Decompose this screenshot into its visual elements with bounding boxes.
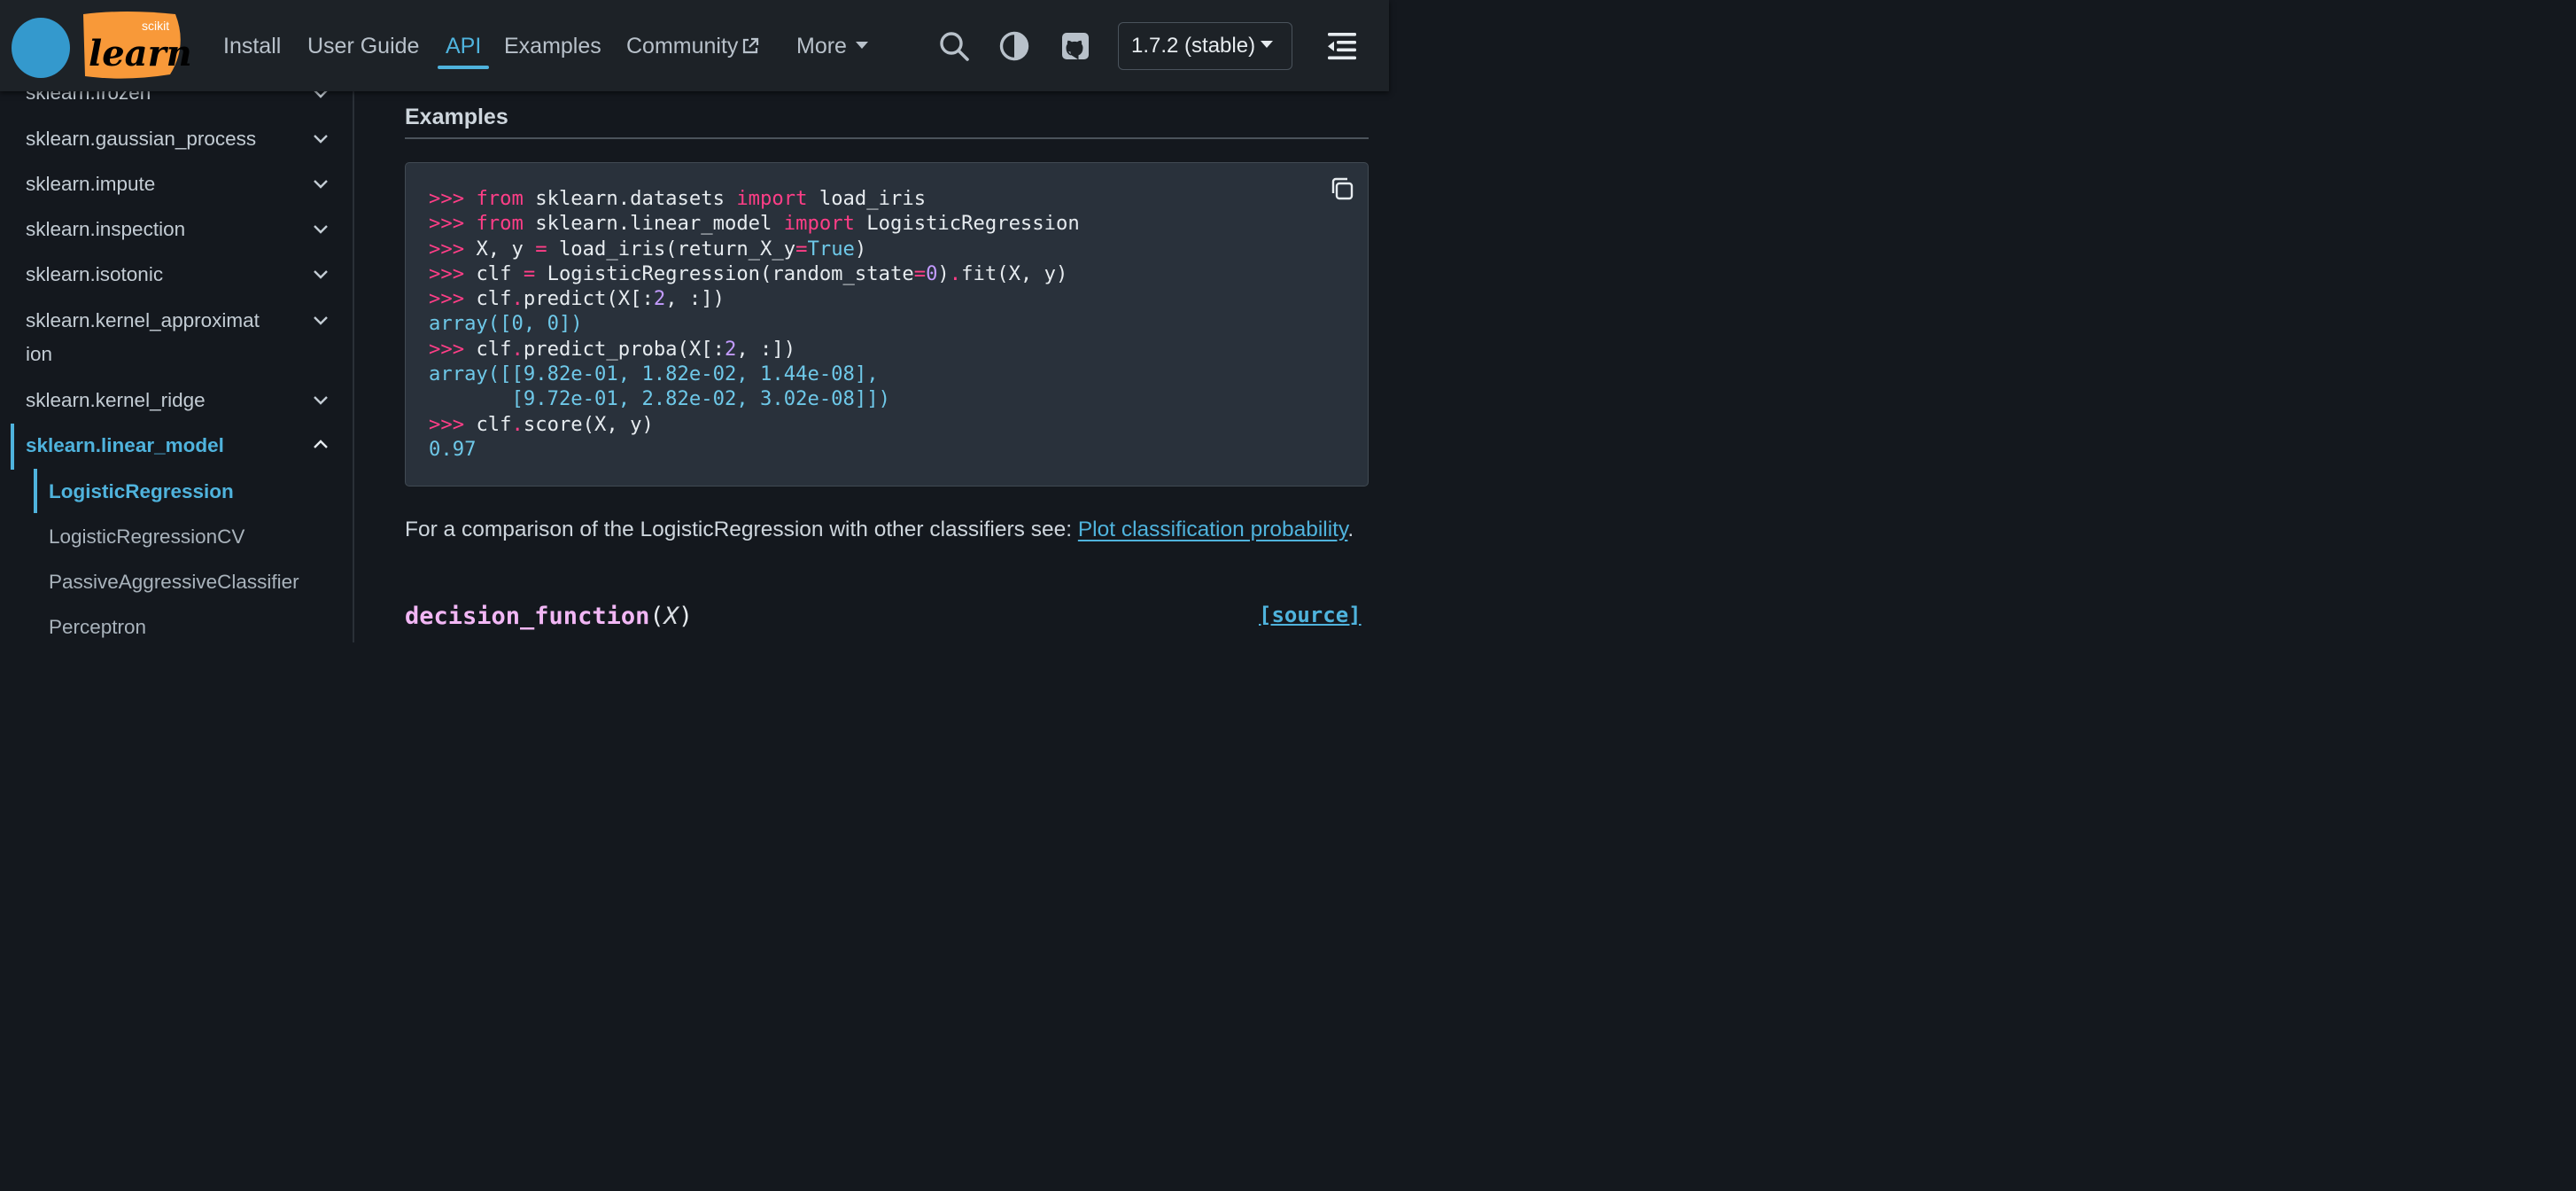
- sidebar-item-kernel-ridge[interactable]: sklearn.kernel_ridge: [26, 384, 206, 417]
- chevron-down-icon[interactable]: [312, 179, 330, 190]
- active-page-indicator: [34, 469, 37, 513]
- logo-learn-text: learn: [89, 33, 192, 74]
- method-arg: X: [663, 603, 679, 630]
- api-sidebar: sklearn.frozen sklearn.gaussian_process …: [0, 91, 353, 642]
- chevron-down-icon[interactable]: [312, 224, 330, 235]
- nav-more-dropdown[interactable]: More: [796, 32, 868, 60]
- nav-community[interactable]: Community: [626, 32, 759, 60]
- top-navbar: scikit learn Install User Guide API Exam…: [0, 0, 1389, 91]
- plot-classification-probability-link[interactable]: Plot classification probability: [1078, 518, 1348, 541]
- scikit-learn-logo[interactable]: scikit learn: [11, 11, 200, 80]
- sidebar-item-label-line2: ion: [26, 343, 53, 365]
- sidebar-item-inspection[interactable]: sklearn.inspection: [26, 213, 185, 246]
- sidebar-item-frozen[interactable]: sklearn.frozen: [26, 91, 151, 110]
- nav-more-label: More: [796, 34, 847, 58]
- comparison-paragraph: For a comparison of the LogisticRegressi…: [405, 510, 1370, 549]
- search-icon[interactable]: [938, 30, 970, 62]
- source-link[interactable]: [source]: [1259, 603, 1362, 627]
- chevron-down-icon[interactable]: [312, 315, 330, 326]
- sidebar-item-gaussian-process[interactable]: sklearn.gaussian_process: [26, 122, 256, 156]
- paragraph-end: .: [1347, 518, 1354, 541]
- copy-icon[interactable]: [1329, 175, 1355, 202]
- section-divider: [405, 137, 1369, 139]
- chevron-down-icon[interactable]: [312, 269, 330, 280]
- method-signature: decision_function(X): [405, 603, 694, 630]
- sidebar-subitem-perceptron[interactable]: Perceptron: [49, 611, 146, 642]
- sidebar-subitem-logisticregressioncv[interactable]: LogisticRegressionCV: [49, 520, 244, 554]
- version-switcher-dropdown[interactable]: 1.7.2 (stable): [1118, 22, 1292, 70]
- method-name: decision_function: [405, 603, 650, 630]
- chevron-down-icon[interactable]: [312, 134, 330, 144]
- active-section-indicator: [11, 424, 14, 470]
- sidebar-item-impute[interactable]: sklearn.impute: [26, 167, 155, 201]
- logo-scikit-text: scikit: [142, 19, 169, 33]
- nav-api[interactable]: API: [446, 32, 481, 60]
- sidebar-item-label-line1: sklearn.kernel_approximat: [26, 309, 260, 331]
- nav-install[interactable]: Install: [223, 32, 281, 60]
- nav-examples[interactable]: Examples: [504, 32, 601, 60]
- code-content: >>> from sklearn.datasets import load_ir…: [429, 187, 1080, 461]
- chevron-down-icon: [855, 42, 868, 49]
- secondary-sidebar-toggle-icon[interactable]: [1326, 30, 1358, 62]
- chevron-up-icon[interactable]: [312, 439, 330, 449]
- sidebar-item-isotonic[interactable]: sklearn.isotonic: [26, 258, 163, 292]
- sidebar-item-kernel-approximation[interactable]: sklearn.kernel_approximat ion: [26, 304, 260, 371]
- nav-community-label: Community: [626, 34, 739, 58]
- version-label: 1.7.2 (stable): [1131, 34, 1256, 58]
- active-nav-indicator: [438, 66, 489, 69]
- external-link-icon: [743, 37, 759, 54]
- chevron-down-icon[interactable]: [312, 395, 330, 406]
- sidebar-divider: [353, 91, 354, 642]
- chevron-down-icon: [1261, 41, 1274, 48]
- section-title: Examples: [405, 105, 508, 129]
- chevron-down-icon[interactable]: [312, 91, 330, 99]
- code-example-block: >>> from sklearn.datasets import load_ir…: [405, 162, 1369, 487]
- sidebar-item-linear-model[interactable]: sklearn.linear_model: [26, 429, 224, 463]
- nav-user-guide[interactable]: User Guide: [307, 32, 419, 60]
- paragraph-text: For a comparison of the LogisticRegressi…: [405, 518, 1078, 541]
- github-icon[interactable]: [1059, 30, 1091, 62]
- sidebar-subitem-passiveaggressiveclassifier[interactable]: PassiveAggressiveClassifier: [49, 565, 299, 599]
- theme-toggle-icon[interactable]: [998, 30, 1030, 62]
- sidebar-subitem-logisticregression[interactable]: LogisticRegression: [49, 475, 234, 509]
